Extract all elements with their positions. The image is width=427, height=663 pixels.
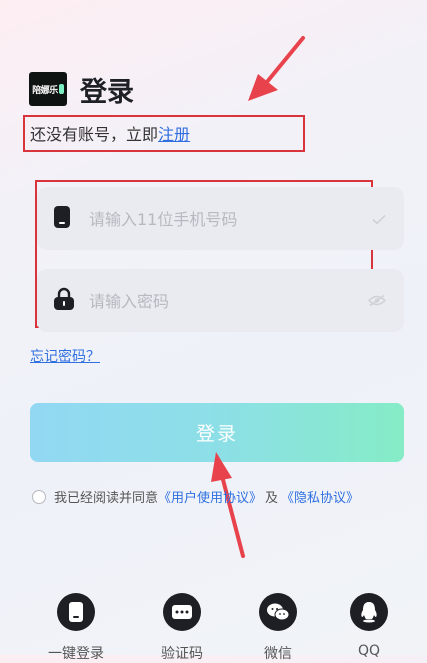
privacy-agreement-link[interactable]: 《隐私协议》	[281, 487, 359, 506]
agreement-prefix: 我已经阅读并同意	[54, 491, 159, 506]
agreement-row: 我已经阅读并同意 《用户使用协议》 及 《隐私协议》	[32, 487, 359, 506]
method-one-click[interactable]: 一键登录	[36, 593, 116, 663]
agreement-checkbox[interactable]	[32, 489, 46, 504]
sms-code-icon	[163, 593, 201, 631]
method-label: 验证码	[161, 646, 203, 662]
annotation-arrow-bottom	[211, 452, 245, 558]
method-qq[interactable]: QQ	[329, 593, 409, 659]
wechat-icon	[259, 593, 297, 631]
method-label: 微信	[264, 646, 292, 662]
method-label: QQ	[357, 643, 381, 659]
agreement-and: 及	[265, 491, 279, 506]
phone-icon	[57, 593, 95, 631]
user-agreement-link[interactable]: 《用户使用协议》	[158, 487, 262, 506]
qq-icon	[350, 593, 388, 631]
method-wechat[interactable]: 微信	[238, 593, 318, 663]
method-sms-code[interactable]: 验证码	[142, 593, 222, 663]
method-label: 一键登录	[48, 646, 104, 662]
